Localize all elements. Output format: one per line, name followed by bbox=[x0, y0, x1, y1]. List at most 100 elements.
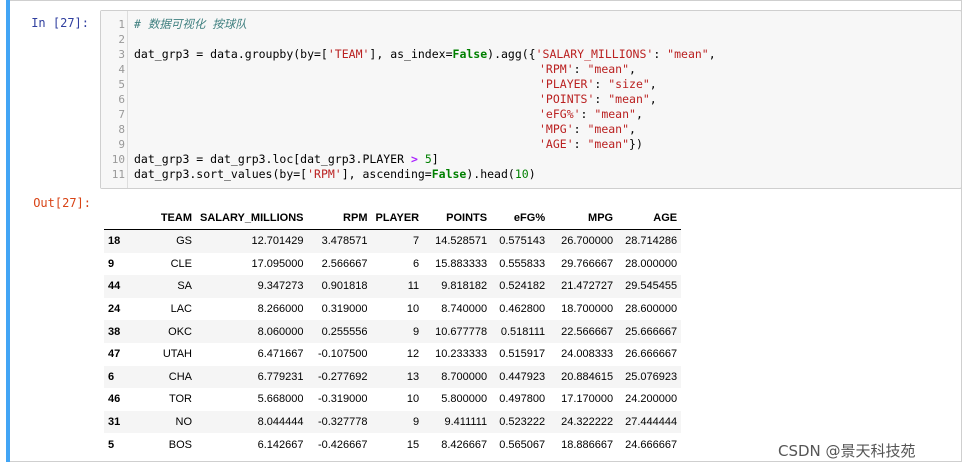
table-cell: 21.472727 bbox=[561, 280, 614, 293]
table-cell: 17.170000 bbox=[561, 393, 614, 406]
row-index: 31 bbox=[108, 416, 121, 429]
line-number: 3 bbox=[118, 48, 125, 61]
code-token: , bbox=[635, 107, 643, 121]
table-cell: SA bbox=[177, 280, 192, 293]
watermark: CSDN @景天科技苑 bbox=[778, 442, 916, 460]
row-index: 47 bbox=[108, 348, 121, 361]
code-line-4: 'RPM': "mean", bbox=[539, 62, 636, 77]
table-cell: CHA bbox=[168, 370, 192, 383]
table-cell: BOS bbox=[168, 438, 192, 451]
table-cell: 8.700000 bbox=[441, 370, 488, 383]
code-keyword: False bbox=[452, 47, 488, 61]
code-token: }) bbox=[629, 137, 643, 151]
code-string: "mean" bbox=[667, 47, 709, 61]
line-number-gutter: 1 2 3 4 5 6 7 8 9 10 11 bbox=[101, 11, 128, 188]
table-cell: 24.008333 bbox=[561, 348, 614, 361]
code-token: dat_grp3.sort_values(by=[ bbox=[134, 167, 308, 181]
table-cell: GS bbox=[176, 235, 192, 248]
table-cell: 12.701429 bbox=[251, 235, 304, 248]
table-cell: 9.347273 bbox=[257, 280, 304, 293]
table-cell: 28.000000 bbox=[625, 257, 678, 270]
table-cell: 28.600000 bbox=[625, 303, 678, 316]
table-cell: 0.901818 bbox=[321, 280, 368, 293]
table-cell: -0.277692 bbox=[317, 370, 368, 383]
column-header: eFG% bbox=[491, 207, 550, 230]
code-token: : bbox=[594, 77, 609, 91]
table-cell: 5.668000 bbox=[257, 393, 304, 406]
table-cell: 9 bbox=[412, 325, 420, 338]
table-row: 44 SA 9.347273 0.901818 11 9.818182 0.524182 21… bbox=[104, 275, 682, 298]
table-cell: 29.545455 bbox=[625, 280, 678, 293]
table-cell: 11 bbox=[407, 280, 420, 293]
code-number: 10 bbox=[514, 167, 529, 181]
column-header: PLAYER bbox=[371, 207, 424, 230]
code-token: , bbox=[629, 122, 636, 136]
table-row: 5 BOS 6.142667 -0.426667 15 8.426667 0.565067 1… bbox=[104, 433, 681, 456]
table-cell: 0.515917 bbox=[499, 348, 546, 361]
cell-selection-indicator bbox=[6, 0, 10, 462]
row-index: 46 bbox=[108, 393, 121, 406]
code-token: ], as_index= bbox=[369, 47, 453, 61]
table-cell: 8.426667 bbox=[441, 438, 488, 451]
table-cell: 0.518111 bbox=[500, 325, 546, 338]
table-cell: 0.555833 bbox=[499, 257, 546, 270]
row-index: 18 bbox=[108, 235, 121, 248]
table-cell: 8.044444 bbox=[257, 416, 304, 429]
column-header: RPM bbox=[307, 207, 372, 230]
code-token: dat_grp3 = data.groupby(by=[ bbox=[134, 47, 328, 61]
code-token: : bbox=[573, 122, 588, 136]
line-number: 11 bbox=[111, 168, 125, 181]
code-string: 'SALARY_MILLIONS' bbox=[535, 47, 654, 61]
table-cell: 10 bbox=[406, 303, 420, 316]
table-cell: 10.677778 bbox=[435, 325, 488, 338]
code-token: ] bbox=[431, 152, 439, 166]
table-cell: 9.411111 bbox=[444, 416, 488, 429]
code-editor[interactable]: 1 2 3 4 5 6 7 8 9 10 11 # 数据可视化 按球队 dat_grp3 = dat… bbox=[100, 10, 962, 189]
table-cell: 8.060000 bbox=[257, 325, 304, 338]
code-line-8: 'MPG': "mean", bbox=[539, 122, 636, 137]
table-row: 24 LAC 8.266000 0.319000 10 8.740000 0.462800 1… bbox=[104, 298, 681, 321]
code-line-6: 'POINTS': "mean", bbox=[539, 92, 657, 107]
code-token: , bbox=[649, 92, 657, 106]
table-cell: 20.884615 bbox=[561, 370, 614, 383]
code-token: : bbox=[573, 62, 588, 76]
table-cell: 10 bbox=[406, 393, 420, 406]
code-line-5: 'PLAYER': "size", bbox=[539, 77, 657, 92]
code-token: , bbox=[708, 47, 716, 61]
output-prompt: Out[27]: bbox=[33, 196, 91, 210]
code-string: 'PLAYER' bbox=[539, 77, 595, 91]
table-cell: 13 bbox=[406, 370, 420, 383]
table-cell: 0.575143 bbox=[499, 235, 546, 248]
table-cell: 18.886667 bbox=[561, 438, 614, 451]
table-cell: 6.142667 bbox=[257, 438, 304, 451]
table-cell: 18.700000 bbox=[561, 303, 614, 316]
table-cell: 10.233333 bbox=[435, 348, 488, 361]
code-token: , bbox=[629, 62, 636, 76]
table-row: 6 CHA 6.779231 -0.277692 13 8.700000 0.447923 2… bbox=[104, 365, 682, 389]
table-cell: 8.740000 bbox=[441, 303, 488, 316]
table-cell: 0.447923 bbox=[499, 370, 546, 383]
table-cell: 8.266000 bbox=[257, 303, 304, 316]
table-cell: CLE bbox=[170, 257, 192, 270]
code-string: 'TEAM' bbox=[327, 47, 370, 61]
column-header: MPG bbox=[549, 207, 618, 230]
line-number: 5 bbox=[118, 78, 125, 91]
code-string: "mean" bbox=[608, 92, 650, 106]
row-index: 5 bbox=[108, 438, 115, 451]
code-token: ).agg({ bbox=[487, 47, 536, 61]
code-string: "mean" bbox=[587, 62, 630, 76]
table-cell: NO bbox=[175, 416, 193, 429]
table-cell: 9.818182 bbox=[441, 280, 488, 293]
table-cell: 14.528571 bbox=[435, 235, 488, 248]
table-row: 38 OKC 8.060000 0.255556 9 10.677778 0.518111 2… bbox=[104, 320, 682, 343]
table-cell: 25.666667 bbox=[625, 325, 678, 338]
table-cell: 22.566667 bbox=[561, 325, 614, 338]
dataframe-output: TEAM SALARY_MILLIONS RPM PLAYER POINTS e… bbox=[104, 207, 682, 456]
code-token: : bbox=[580, 107, 595, 121]
table-cell: 5.800000 bbox=[441, 393, 488, 406]
line-number: 7 bbox=[118, 108, 125, 121]
line-number: 1 bbox=[118, 18, 125, 31]
code-string: 'AGE' bbox=[539, 137, 574, 151]
table-cell: 0.523222 bbox=[499, 416, 546, 429]
table-cell: 29.766667 bbox=[561, 257, 614, 270]
